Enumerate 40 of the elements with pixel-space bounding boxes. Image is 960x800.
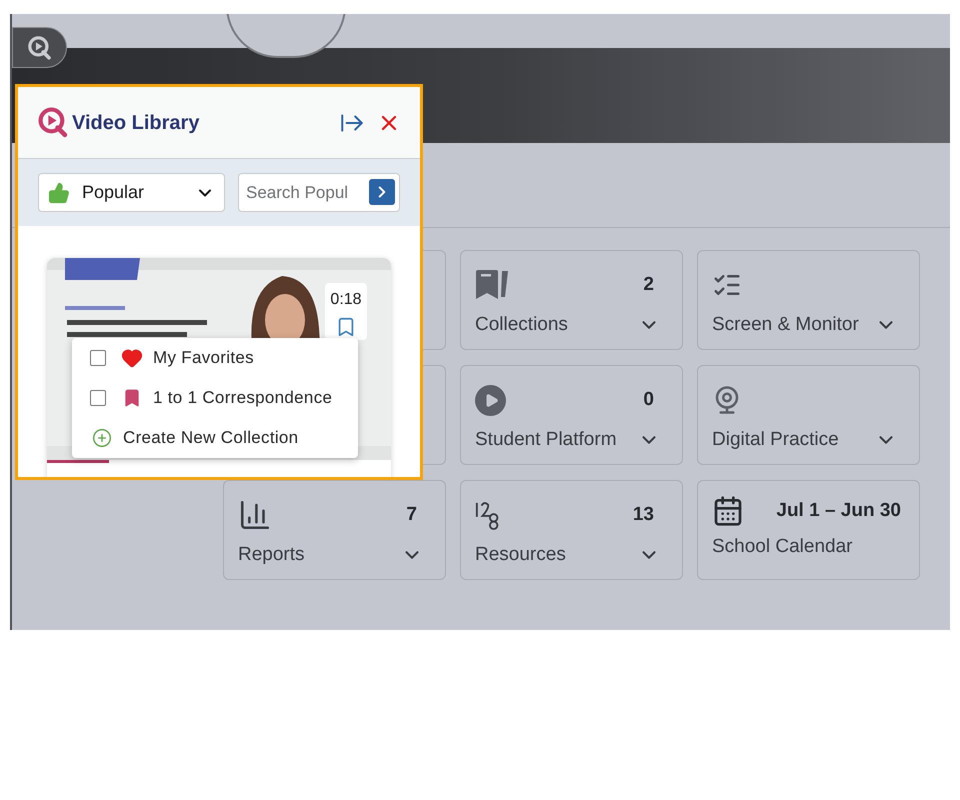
- search-button[interactable]: [369, 179, 395, 205]
- count: 2: [643, 272, 654, 297]
- card-label: Student Platform: [475, 428, 617, 452]
- card-label: Digital Practice: [712, 428, 839, 452]
- filter-dropdown[interactable]: Popular: [38, 173, 225, 212]
- count: 13: [632, 502, 654, 527]
- dashboard-card[interactable]: 13 Resources: [460, 480, 683, 580]
- play-icon: [475, 384, 506, 416]
- bar-chart-icon: [238, 498, 272, 532]
- dashboard-card[interactable]: Digital Practice: [697, 365, 920, 465]
- date-range: Jul 1 – Jun 30: [776, 498, 901, 523]
- menu-item[interactable]: 1 to 1 Correspondence: [90, 383, 358, 413]
- logo-icon: [37, 106, 70, 139]
- card-label: School Calendar: [712, 535, 854, 559]
- app-launcher-tab[interactable]: [12, 27, 67, 68]
- menu-item[interactable]: Create New Collection: [90, 423, 358, 453]
- card-label: Reports: [238, 542, 305, 566]
- count: 7: [406, 502, 417, 527]
- menu-item[interactable]: My Favorites: [90, 343, 358, 373]
- calendar-icon: [712, 495, 744, 527]
- panel-title: Video Library: [72, 110, 200, 136]
- add-icon: [92, 428, 112, 448]
- checkbox[interactable]: [90, 350, 106, 366]
- card-label: Resources: [475, 542, 566, 566]
- bookmarks-icon: [475, 270, 509, 300]
- checkbox[interactable]: [90, 390, 106, 406]
- dashboard-card[interactable]: 2 Collections: [460, 250, 683, 350]
- thumbs-up-icon: [48, 182, 70, 204]
- dashboard-card[interactable]: 0 Student Platform: [460, 365, 683, 465]
- logo-icon: [27, 34, 53, 60]
- duration: 0:18: [330, 290, 362, 310]
- dashboard-card[interactable]: Jul 1 – Jun 30 School Calendar: [697, 480, 920, 580]
- card-label: Collections: [475, 312, 568, 336]
- heart-icon: [120, 347, 144, 369]
- card-label: Screen & Monitor: [712, 312, 859, 336]
- count: 0: [643, 388, 654, 412]
- dashboard-card[interactable]: Screen & Monitor: [697, 250, 920, 350]
- dashboard-card[interactable]: 7 Reports: [223, 480, 446, 580]
- video-card[interactable]: 0:18 My Favorites 1 to 1 Correspondence Create New Collection: [47, 258, 391, 477]
- search-field[interactable]: Search Popul: [238, 173, 400, 212]
